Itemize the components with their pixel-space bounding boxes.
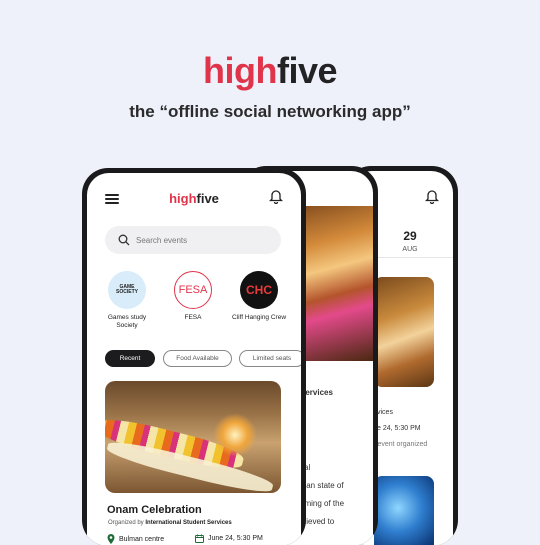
- club-logo: GAME SOCIETY: [108, 271, 146, 309]
- club-name: Games study Society: [107, 314, 147, 329]
- bell-icon[interactable]: [269, 189, 283, 204]
- club-logo: FESA: [174, 271, 212, 309]
- filter-chip-recent[interactable]: Recent: [105, 350, 155, 367]
- club-logo-text: FESA: [178, 284, 208, 296]
- event-description-line: dian state of: [300, 481, 344, 490]
- club-item-fesa[interactable]: FESA FESA: [163, 271, 223, 322]
- organized-by-label: Organized by: [108, 520, 144, 526]
- search-icon: [118, 234, 130, 246]
- phone-front-screen: highfive Search events GAME SOCIETY Game…: [87, 173, 301, 545]
- location-pin-icon: [107, 534, 115, 544]
- filter-chip-limited-seats[interactable]: Limited seats: [239, 350, 301, 367]
- club-name: Cliff Hanging Crew: [231, 314, 287, 321]
- club-logo-text: CHC: [246, 283, 272, 297]
- event-title[interactable]: Onam Celebration: [107, 504, 202, 516]
- event-datetime: e 24, 5:30 PM: [377, 425, 421, 432]
- app-logo-part2: five: [196, 191, 219, 206]
- date-day: 29: [403, 229, 417, 243]
- date-month: AUG: [402, 246, 418, 253]
- filter-chip-food-available[interactable]: Food Available: [163, 350, 232, 367]
- event-note: y event organized: [372, 441, 428, 448]
- event-location-text: Bulman centre: [119, 535, 165, 543]
- bell-icon[interactable]: [425, 189, 439, 204]
- brand-logo: highfive: [0, 50, 540, 92]
- event-description-line: oming of the: [300, 499, 345, 508]
- club-logo: CHC: [240, 271, 278, 309]
- app-logo-part1: high: [169, 191, 197, 206]
- phone-front: highfive Search events GAME SOCIETY Game…: [82, 168, 306, 545]
- event-datetime-text: June 24, 5:30 PM: [208, 535, 263, 542]
- event-organizer: International Student Services: [145, 520, 232, 526]
- event-location: Bulman centre: [107, 534, 164, 544]
- tagline: the “offline social networking app”: [129, 102, 411, 121]
- club-item-games-study-society[interactable]: GAME SOCIETY Games study Society: [97, 271, 157, 330]
- brand-logo-part2: five: [276, 50, 338, 91]
- event-image[interactable]: [105, 381, 281, 493]
- club-item-cliff-hanging-crew[interactable]: CHC Cliff Hanging Crew: [229, 271, 289, 322]
- calendar-icon: [195, 534, 204, 543]
- event-image[interactable]: [374, 476, 434, 545]
- club-logo-text: GAME SOCIETY: [116, 283, 138, 295]
- event-image[interactable]: [374, 277, 434, 387]
- event-organizer: vices: [377, 409, 393, 416]
- event-organizer-line: Organized by International Student Servi…: [108, 520, 232, 526]
- date-item[interactable]: 29 AUG: [395, 229, 425, 253]
- search-input[interactable]: Search events: [105, 226, 281, 254]
- search-placeholder: Search events: [136, 235, 188, 245]
- event-datetime: June 24, 5:30 PM: [195, 534, 263, 543]
- club-name: FESA: [184, 314, 202, 321]
- brand-logo-part1: high: [202, 50, 277, 91]
